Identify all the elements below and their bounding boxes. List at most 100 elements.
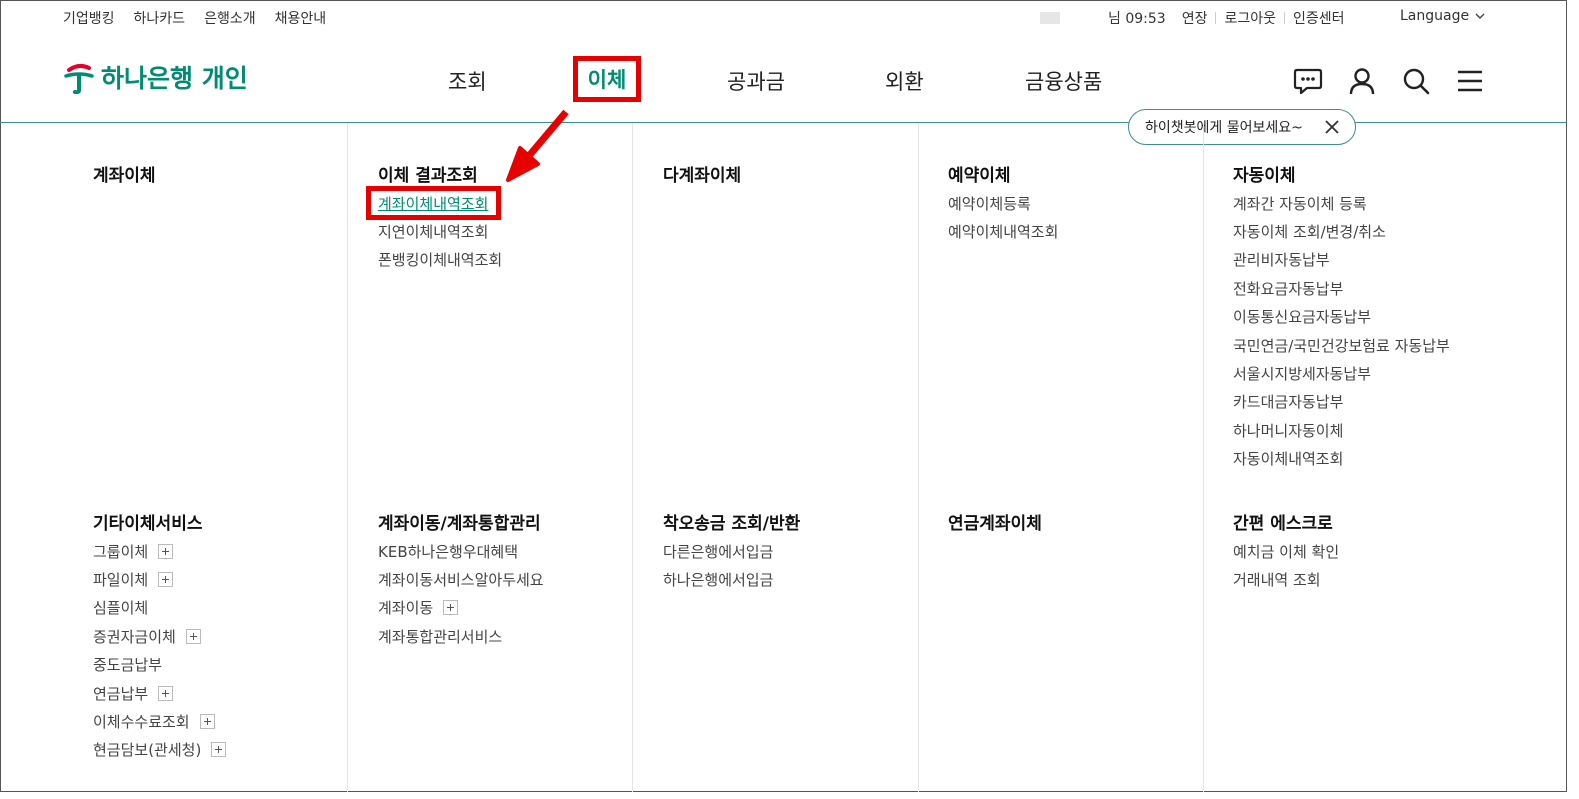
menu-title-account-transfer[interactable]: 계좌이체 — [93, 161, 156, 186]
nav-foreign-exchange[interactable]: 외환 — [885, 66, 924, 96]
menu-link[interactable]: 국민연금/국민건강보험료 자동납부 — [1233, 335, 1450, 356]
close-icon[interactable] — [1323, 118, 1341, 136]
menu-link[interactable]: 중도금납부 — [93, 654, 162, 675]
utility-links: 기업뱅킹 하나카드 은행소개 채용안내 — [63, 8, 326, 28]
list-item: 계좌이동 — [378, 594, 544, 622]
expand-plus-icon[interactable] — [185, 628, 201, 644]
simple-escrow-list: 예치금 이체 확인 거래내역 조회 — [1233, 537, 1339, 594]
menu-link[interactable]: 이체수수료조회 — [93, 711, 190, 732]
menu-link[interactable]: 계좌이동서비스알아두세요 — [378, 569, 544, 590]
menu-title-simple-escrow[interactable]: 간편 에스크로 — [1233, 509, 1333, 534]
chevron-down-icon — [1475, 13, 1485, 19]
column-divider — [347, 123, 348, 792]
list-item: 현금담보(관세청) — [93, 736, 227, 764]
menu-link[interactable]: 자동이체내역조회 — [1233, 448, 1343, 469]
highlight-box — [366, 186, 501, 220]
list-item: 심플이체 — [93, 594, 226, 622]
nav-financial-products[interactable]: 금융상품 — [1025, 66, 1102, 96]
expand-plus-icon[interactable] — [443, 600, 459, 616]
list-item: 전화요금자동납부 — [1233, 274, 1450, 302]
divider — [1215, 12, 1217, 24]
session-timer: 님 09:53 — [1108, 11, 1166, 27]
menu-link[interactable]: 자동이체 조회/변경/취소 — [1233, 221, 1386, 242]
list-item: 계좌이동서비스알아두세요 — [378, 565, 544, 593]
expand-plus-icon[interactable] — [199, 714, 215, 730]
menu-link[interactable]: 파일이체 — [93, 569, 148, 590]
menu-link[interactable]: 계좌통합관리서비스 — [378, 626, 502, 647]
menu-link[interactable]: 이동통신요금자동납부 — [1233, 306, 1371, 327]
expand-plus-icon[interactable] — [158, 543, 174, 559]
list-item: 카드대금자동납부 — [1233, 388, 1450, 416]
expand-plus-icon[interactable] — [158, 572, 174, 588]
logo-text: 하나은행 개인 — [101, 64, 248, 93]
list-item: 하나머니자동이체 — [1233, 416, 1450, 444]
expand-plus-icon[interactable] — [211, 742, 227, 758]
menu-link[interactable]: 카드대금자동납부 — [1233, 391, 1343, 412]
list-item: 자동이체 조회/변경/취소 — [1233, 217, 1450, 245]
column-divider — [632, 123, 633, 792]
menu-link[interactable]: 하나은행에서입금 — [663, 569, 773, 590]
extend-session-button[interactable]: 연장 — [1182, 8, 1208, 28]
hana-bank-logo[interactable]: 하나은행 개인 — [63, 59, 248, 95]
nav-inquiry[interactable]: 조회 — [448, 66, 487, 96]
menu-link[interactable]: KEB하나은행우대혜택 — [378, 541, 518, 562]
cert-center-link[interactable]: 인증센터 — [1293, 8, 1345, 28]
menu-hamburger-icon[interactable] — [1454, 66, 1486, 96]
menu-title-pension-transfer[interactable]: 연금계좌이체 — [948, 509, 1042, 534]
nav-transfer-active[interactable]: 이체 — [573, 56, 641, 102]
bank-intro-link[interactable]: 은행소개 — [204, 8, 256, 28]
list-item: 지연이체내역조회 — [378, 217, 502, 245]
list-item: 파일이체 — [93, 565, 226, 593]
list-item: 하나은행에서입금 — [663, 565, 773, 593]
chatbot-icon[interactable] — [1292, 66, 1324, 96]
menu-title-transfer-results[interactable]: 이체 결과조회 — [378, 161, 478, 186]
other-transfer-list: 그룹이체 파일이체 심플이체 증권자금이체 중도금납부 연금납부 이체수수료조회… — [93, 537, 227, 764]
logout-button[interactable]: 로그아웃 — [1224, 8, 1276, 28]
nav-utility-bills[interactable]: 공과금 — [727, 66, 785, 96]
language-select[interactable]: Language — [1400, 8, 1485, 24]
menu-link[interactable]: 거래내역 조회 — [1233, 569, 1321, 590]
menu-link[interactable]: 심플이체 — [93, 597, 148, 618]
menu-title-account-move[interactable]: 계좌이동/계좌통합관리 — [378, 509, 541, 534]
menu-link[interactable]: 계좌간 자동이체 등록 — [1233, 193, 1367, 214]
menu-link[interactable]: 전화요금자동납부 — [1233, 278, 1343, 299]
menu-title-misdirected-remittance[interactable]: 착오송금 조회/반환 — [663, 509, 800, 534]
menu-link[interactable]: 예약이체내역조회 — [948, 221, 1058, 242]
expand-plus-icon[interactable] — [158, 685, 174, 701]
menu-link[interactable]: 서울시지방세자동납부 — [1233, 363, 1371, 384]
list-item: 계좌간 자동이체 등록 — [1233, 189, 1450, 217]
menu-link[interactable]: 계좌이동 — [378, 597, 433, 618]
menu-link[interactable]: 증권자금이체 — [93, 626, 176, 647]
list-item: 자동이체내역조회 — [1233, 445, 1450, 473]
menu-link[interactable]: 관리비자동납부 — [1233, 249, 1330, 270]
menu-link[interactable]: 다른은행에서입금 — [663, 541, 773, 562]
menu-title-multi-account-transfer[interactable]: 다계좌이체 — [663, 161, 741, 186]
list-item: 이동통신요금자동납부 — [1233, 303, 1450, 331]
search-icon[interactable] — [1400, 66, 1432, 96]
list-item: 다른은행에서입금 — [663, 537, 773, 565]
menu-link[interactable]: 하나머니자동이체 — [1233, 420, 1343, 441]
user-icon[interactable] — [1346, 66, 1378, 96]
corporate-banking-link[interactable]: 기업뱅킹 — [63, 8, 115, 28]
menu-link[interactable]: 그룹이체 — [93, 541, 148, 562]
phone-banking-history-link[interactable]: 폰뱅킹이체내역조회 — [378, 249, 502, 270]
list-item: 예약이체등록 — [948, 189, 1058, 217]
recruit-link[interactable]: 채용안내 — [275, 8, 327, 28]
list-item: 국민연금/국민건강보험료 자동납부 — [1233, 331, 1450, 359]
divider — [1283, 12, 1285, 24]
list-item: 거래내역 조회 — [1233, 565, 1339, 593]
menu-title-auto-transfer[interactable]: 자동이체 — [1233, 161, 1296, 186]
menu-link[interactable]: 연금납부 — [93, 683, 148, 704]
menu-title-scheduled-transfer[interactable]: 예약이체 — [948, 161, 1011, 186]
menu-link[interactable]: 현금담보(관세청) — [93, 739, 201, 760]
chatbot-tooltip: 하이챗봇에게 물어보세요~ — [1128, 109, 1356, 145]
delayed-transfer-history-link[interactable]: 지연이체내역조회 — [378, 221, 488, 242]
chatbot-tooltip-text: 하이챗봇에게 물어보세요~ — [1145, 120, 1303, 136]
menu-link[interactable]: 예치금 이체 확인 — [1233, 541, 1339, 562]
hana-logo-icon — [64, 63, 94, 94]
misdirected-remittance-list: 다른은행에서입금 하나은행에서입금 — [663, 537, 773, 594]
hana-card-link[interactable]: 하나카드 — [134, 8, 186, 28]
menu-link[interactable]: 예약이체등록 — [948, 193, 1031, 214]
menu-title-other-transfer[interactable]: 기타이체서비스 — [93, 509, 202, 534]
scheduled-transfer-list: 예약이체등록 예약이체내역조회 — [948, 189, 1058, 246]
